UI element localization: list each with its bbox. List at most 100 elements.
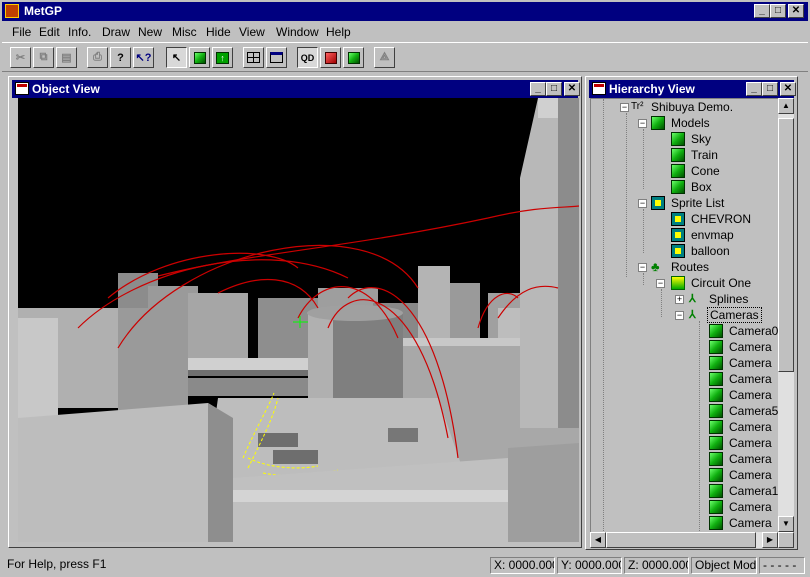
cut-button[interactable]: ✂ bbox=[10, 47, 31, 68]
collapse-toggle[interactable]: − bbox=[620, 103, 629, 112]
tree-node-label: Train bbox=[691, 148, 718, 162]
object-view-close-button[interactable]: ✕ bbox=[564, 82, 580, 96]
tree-node-label: Cameras bbox=[707, 307, 762, 323]
menu-help[interactable]: Help bbox=[326, 25, 351, 39]
menu-draw[interactable]: Draw bbox=[102, 25, 130, 39]
tile-view-button[interactable] bbox=[243, 47, 264, 68]
red-cube-button[interactable] bbox=[320, 47, 341, 68]
menu-misc[interactable]: Misc bbox=[172, 25, 197, 39]
tree-node-label: Camera bbox=[729, 500, 772, 514]
single-view-button[interactable] bbox=[266, 47, 287, 68]
tree-node-label: Camera bbox=[729, 468, 772, 482]
cube-icon bbox=[671, 148, 685, 162]
paste-button[interactable]: ▤ bbox=[56, 47, 77, 68]
app-icon[interactable] bbox=[5, 4, 19, 18]
route-icon bbox=[671, 276, 685, 290]
tree-node-label: Shibuya Demo. bbox=[651, 100, 734, 114]
select-tool-button[interactable]: ↖ bbox=[166, 47, 187, 68]
status-bar: For Help, press F1 X: 0000.000 Y: 0000.0… bbox=[0, 555, 810, 577]
minimize-button[interactable]: _ bbox=[754, 4, 770, 18]
cube-icon bbox=[651, 116, 665, 130]
tree-node-label: Camera bbox=[729, 356, 772, 370]
tree-node-label: Camera bbox=[729, 420, 772, 434]
qd-mode-icon: QD bbox=[300, 52, 315, 63]
green-cube-button[interactable] bbox=[343, 47, 364, 68]
cube-tool-button[interactable] bbox=[189, 47, 210, 68]
tree-node-label: Camera5 bbox=[729, 404, 779, 418]
hierarchy-tree[interactable]: − Tr² Shibuya Demo. − Models Sky Train C… bbox=[590, 98, 780, 534]
cube-icon bbox=[709, 324, 723, 338]
sprite-icon bbox=[671, 228, 685, 242]
tree-node-label: Camera bbox=[729, 436, 772, 450]
scroll-thumb[interactable] bbox=[778, 118, 794, 372]
collapse-toggle[interactable]: − bbox=[638, 199, 647, 208]
hierarchy-view-title: Hierarchy View bbox=[609, 82, 695, 96]
collapse-toggle[interactable]: − bbox=[638, 263, 647, 272]
cube-icon bbox=[709, 516, 723, 530]
menu-window[interactable]: Window bbox=[276, 25, 319, 39]
status-extra: - - - - - bbox=[759, 557, 805, 574]
hierarchy-view-minimize-button[interactable]: _ bbox=[746, 82, 762, 96]
tree-node-label: Camera bbox=[729, 516, 772, 530]
cube-tool-icon bbox=[193, 51, 206, 64]
hierarchy-horizontal-scrollbar[interactable]: ◀ ▶ bbox=[590, 532, 778, 548]
cube-icon bbox=[709, 484, 723, 498]
paste-icon: ▤ bbox=[61, 52, 72, 64]
status-help-text: For Help, press F1 bbox=[7, 557, 107, 571]
tree-node-label: Camera bbox=[729, 340, 772, 354]
tree-node-label: Circuit One bbox=[691, 276, 752, 290]
spline-icon: ⅄ bbox=[689, 293, 696, 305]
help-button[interactable]: ? bbox=[110, 47, 131, 68]
object-view-minimize-button[interactable]: _ bbox=[530, 82, 546, 96]
cube-icon bbox=[709, 500, 723, 514]
export-tool-button[interactable]: ↑ bbox=[212, 47, 233, 68]
close-button[interactable]: ✕ bbox=[788, 4, 804, 18]
qd-mode-button[interactable]: QD bbox=[297, 47, 318, 68]
perspective-button[interactable]: ⟁ bbox=[374, 47, 395, 68]
menu-info[interactable]: Info. bbox=[68, 25, 91, 39]
scroll-up-button[interactable]: ▲ bbox=[778, 98, 794, 114]
app-title-bar[interactable]: MetGP _ □ ✕ bbox=[2, 2, 808, 21]
hierarchy-vertical-scrollbar[interactable]: ▲ ▼ bbox=[778, 98, 794, 532]
tree-node-label: Sprite List bbox=[671, 196, 725, 210]
tree-node-label: Models bbox=[671, 116, 710, 130]
tree-connector bbox=[643, 209, 644, 253]
tree-node-label: Splines bbox=[709, 292, 749, 306]
tree-connector bbox=[643, 273, 644, 285]
collapse-toggle[interactable]: − bbox=[675, 311, 684, 320]
object-view-maximize-button[interactable]: □ bbox=[546, 82, 562, 96]
sprite-icon bbox=[671, 212, 685, 226]
copy-button[interactable]: ⧉ bbox=[33, 47, 54, 68]
scroll-right-button[interactable]: ▶ bbox=[762, 532, 778, 548]
print-button[interactable]: ⎙ bbox=[87, 47, 108, 68]
collapse-toggle[interactable]: − bbox=[656, 279, 665, 288]
hierarchy-view-maximize-button[interactable]: □ bbox=[762, 82, 778, 96]
status-mode: Object Mode bbox=[691, 557, 757, 574]
scroll-left-button[interactable]: ◀ bbox=[590, 532, 606, 548]
cube-icon bbox=[709, 372, 723, 386]
menu-hide[interactable]: Hide bbox=[206, 25, 231, 39]
menu-view[interactable]: View bbox=[239, 25, 265, 39]
hierarchy-view-title-bar[interactable]: Hierarchy View _ □ ✕ bbox=[589, 80, 796, 98]
scroll-down-button[interactable]: ▼ bbox=[778, 516, 794, 532]
menu-new[interactable]: New bbox=[138, 25, 162, 39]
menu-edit[interactable]: Edit bbox=[39, 25, 60, 39]
object-view-title-bar[interactable]: Object View _ □ ✕ bbox=[12, 80, 580, 98]
expand-toggle[interactable]: + bbox=[675, 295, 684, 304]
scroll-thumb[interactable] bbox=[606, 532, 756, 548]
sprite-icon bbox=[671, 244, 685, 258]
tree-node-label: Camera bbox=[729, 372, 772, 386]
hierarchy-view-close-button[interactable]: ✕ bbox=[780, 82, 796, 96]
menu-file[interactable]: File bbox=[12, 25, 31, 39]
menu-bar: File Edit Info. Draw New Misc Hide View … bbox=[2, 22, 808, 41]
cube-icon bbox=[709, 436, 723, 450]
status-y-coordinate: Y: 0000.000 bbox=[557, 557, 622, 574]
cube-icon bbox=[709, 388, 723, 402]
3d-viewport[interactable] bbox=[18, 98, 579, 542]
collapse-toggle[interactable]: − bbox=[638, 119, 647, 128]
cube-icon bbox=[671, 164, 685, 178]
print-icon: ⎙ bbox=[93, 51, 102, 63]
maximize-button[interactable]: □ bbox=[770, 4, 786, 18]
tree-connector bbox=[626, 113, 627, 277]
context-help-button[interactable]: ↖? bbox=[133, 47, 154, 68]
